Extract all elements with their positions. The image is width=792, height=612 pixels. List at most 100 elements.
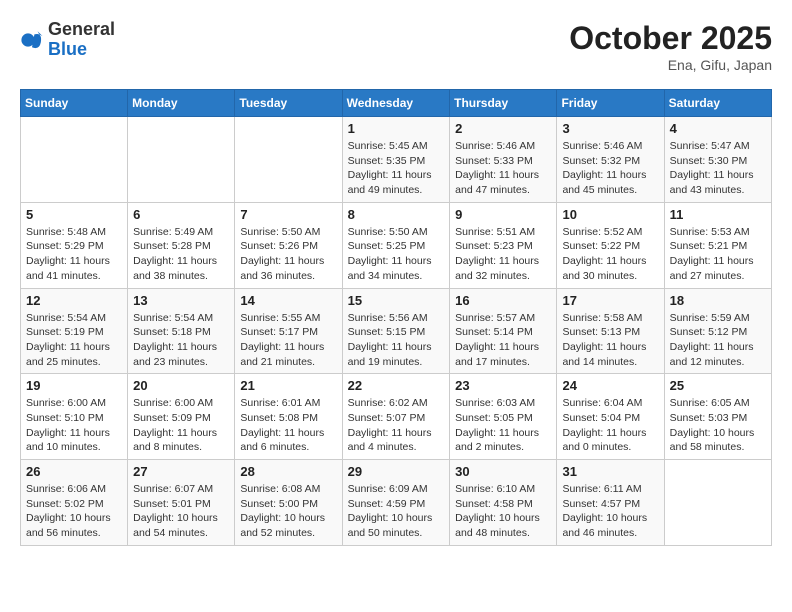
month-title: October 2025	[569, 20, 772, 57]
day-info: Sunrise: 5:54 AMSunset: 5:18 PMDaylight:…	[133, 311, 229, 370]
day-info: Sunrise: 6:10 AMSunset: 4:58 PMDaylight:…	[455, 482, 551, 541]
day-info: Sunrise: 6:11 AMSunset: 4:57 PMDaylight:…	[562, 482, 658, 541]
day-number: 20	[133, 378, 229, 393]
calendar-cell: 2Sunrise: 5:46 AMSunset: 5:33 PMDaylight…	[450, 117, 557, 203]
calendar-cell: 9Sunrise: 5:51 AMSunset: 5:23 PMDaylight…	[450, 202, 557, 288]
page-header: General Blue October 2025 Ena, Gifu, Jap…	[20, 20, 772, 73]
logo-general: General	[48, 20, 115, 40]
day-number: 6	[133, 207, 229, 222]
day-info: Sunrise: 6:04 AMSunset: 5:04 PMDaylight:…	[562, 396, 658, 455]
day-number: 5	[26, 207, 122, 222]
calendar-cell: 31 Sunrise: 6:11 AMSunset: 4:57 PMDayligh…	[557, 460, 664, 546]
day-number: 25	[670, 378, 766, 393]
calendar-table: SundayMondayTuesdayWednesdayThursdayFrid…	[20, 89, 772, 546]
day-info: Sunrise: 6:03 AMSunset: 5:05 PMDaylight:…	[455, 396, 551, 455]
day-number: 21	[240, 378, 336, 393]
day-info: Sunrise: 5:51 AMSunset: 5:23 PMDaylight:…	[455, 225, 551, 284]
day-info: Sunrise: 5:50 AMSunset: 5:26 PMDaylight:…	[240, 225, 336, 284]
location: Ena, Gifu, Japan	[569, 57, 772, 73]
day-info: Sunrise: 5:47 AMSunset: 5:30 PMDaylight:…	[670, 139, 766, 198]
day-number: 18	[670, 293, 766, 308]
day-number: 10	[562, 207, 658, 222]
day-number: 17	[562, 293, 658, 308]
calendar-cell: 6 Sunrise: 5:49 AMSunset: 5:28 PMDaylight…	[128, 202, 235, 288]
day-number: 3	[562, 121, 658, 136]
day-number: 23	[455, 378, 551, 393]
day-number: 22	[348, 378, 445, 393]
calendar-cell: 15 Sunrise: 5:56 AMSunset: 5:15 PMDayligh…	[342, 288, 450, 374]
logo-text: General Blue	[48, 20, 115, 60]
day-info: Sunrise: 6:06 AMSunset: 5:02 PMDaylight:…	[26, 482, 122, 541]
calendar-cell: 22 Sunrise: 6:02 AMSunset: 5:07 PMDayligh…	[342, 374, 450, 460]
weekday-header: Monday	[128, 90, 235, 117]
day-info: Sunrise: 5:48 AMSunset: 5:29 PMDaylight:…	[26, 225, 122, 284]
day-info: Sunrise: 5:49 AMSunset: 5:28 PMDaylight:…	[133, 225, 229, 284]
calendar-week-row: 1 Sunrise: 5:45 AMSunset: 5:35 PMDaylight…	[21, 117, 772, 203]
day-info: Sunrise: 5:45 AMSunset: 5:35 PMDaylight:…	[348, 139, 445, 198]
weekday-header: Tuesday	[235, 90, 342, 117]
day-number: 16	[455, 293, 551, 308]
calendar-cell: 18Sunrise: 5:59 AMSunset: 5:12 PMDayligh…	[664, 288, 771, 374]
day-number: 4	[670, 121, 766, 136]
calendar-cell: 29 Sunrise: 6:09 AMSunset: 4:59 PMDayligh…	[342, 460, 450, 546]
day-number: 7	[240, 207, 336, 222]
day-info: Sunrise: 5:55 AMSunset: 5:17 PMDaylight:…	[240, 311, 336, 370]
day-info: Sunrise: 5:53 AMSunset: 5:21 PMDaylight:…	[670, 225, 766, 284]
day-info: Sunrise: 5:57 AMSunset: 5:14 PMDaylight:…	[455, 311, 551, 370]
calendar-cell: 4 Sunrise: 5:47 AMSunset: 5:30 PMDaylight…	[664, 117, 771, 203]
calendar-cell: 10 Sunrise: 5:52 AMSunset: 5:22 PMDayligh…	[557, 202, 664, 288]
calendar-cell: 21Sunrise: 6:01 AMSunset: 5:08 PMDayligh…	[235, 374, 342, 460]
day-info: Sunrise: 6:00 AMSunset: 5:09 PMDaylight:…	[133, 396, 229, 455]
weekday-header: Sunday	[21, 90, 128, 117]
day-info: Sunrise: 6:02 AMSunset: 5:07 PMDaylight:…	[348, 396, 445, 455]
day-number: 29	[348, 464, 445, 479]
calendar-cell: 17Sunrise: 5:58 AMSunset: 5:13 PMDayligh…	[557, 288, 664, 374]
day-info: Sunrise: 6:00 AMSunset: 5:10 PMDaylight:…	[26, 396, 122, 455]
weekday-header-row: SundayMondayTuesdayWednesdayThursdayFrid…	[21, 90, 772, 117]
day-number: 19	[26, 378, 122, 393]
logo-icon	[20, 28, 44, 52]
day-info: Sunrise: 5:50 AMSunset: 5:25 PMDaylight:…	[348, 225, 445, 284]
calendar-week-row: 12Sunrise: 5:54 AMSunset: 5:19 PMDayligh…	[21, 288, 772, 374]
calendar-cell	[21, 117, 128, 203]
day-info: Sunrise: 5:56 AMSunset: 5:15 PMDaylight:…	[348, 311, 445, 370]
day-number: 1	[348, 121, 445, 136]
calendar-cell	[128, 117, 235, 203]
calendar-cell: 19 Sunrise: 6:00 AMSunset: 5:10 PMDayligh…	[21, 374, 128, 460]
calendar-week-row: 19 Sunrise: 6:00 AMSunset: 5:10 PMDayligh…	[21, 374, 772, 460]
day-number: 30	[455, 464, 551, 479]
calendar-cell: 8 Sunrise: 5:50 AMSunset: 5:25 PMDaylight…	[342, 202, 450, 288]
calendar-cell: 16 Sunrise: 5:57 AMSunset: 5:14 PMDayligh…	[450, 288, 557, 374]
day-number: 13	[133, 293, 229, 308]
weekday-header: Friday	[557, 90, 664, 117]
day-number: 31	[562, 464, 658, 479]
calendar-cell: 30 Sunrise: 6:10 AMSunset: 4:58 PMDayligh…	[450, 460, 557, 546]
day-info: Sunrise: 5:52 AMSunset: 5:22 PMDaylight:…	[562, 225, 658, 284]
day-number: 24	[562, 378, 658, 393]
calendar-cell: 27Sunrise: 6:07 AMSunset: 5:01 PMDayligh…	[128, 460, 235, 546]
day-number: 8	[348, 207, 445, 222]
calendar-week-row: 26Sunrise: 6:06 AMSunset: 5:02 PMDayligh…	[21, 460, 772, 546]
day-number: 14	[240, 293, 336, 308]
weekday-header: Wednesday	[342, 90, 450, 117]
calendar-cell: 24 Sunrise: 6:04 AMSunset: 5:04 PMDayligh…	[557, 374, 664, 460]
weekday-header: Saturday	[664, 90, 771, 117]
day-info: Sunrise: 5:46 AMSunset: 5:33 PMDaylight:…	[455, 139, 551, 198]
day-info: Sunrise: 6:09 AMSunset: 4:59 PMDaylight:…	[348, 482, 445, 541]
calendar-cell	[664, 460, 771, 546]
calendar-cell: 20 Sunrise: 6:00 AMSunset: 5:09 PMDayligh…	[128, 374, 235, 460]
day-info: Sunrise: 5:54 AMSunset: 5:19 PMDaylight:…	[26, 311, 122, 370]
day-number: 11	[670, 207, 766, 222]
day-info: Sunrise: 5:46 AMSunset: 5:32 PMDaylight:…	[562, 139, 658, 198]
day-info: Sunrise: 6:05 AMSunset: 5:03 PMDaylight:…	[670, 396, 766, 455]
calendar-cell: 14 Sunrise: 5:55 AMSunset: 5:17 PMDayligh…	[235, 288, 342, 374]
day-number: 15	[348, 293, 445, 308]
day-number: 27	[133, 464, 229, 479]
calendar-cell: 11 Sunrise: 5:53 AMSunset: 5:21 PMDayligh…	[664, 202, 771, 288]
calendar-cell: 7 Sunrise: 5:50 AMSunset: 5:26 PMDaylight…	[235, 202, 342, 288]
calendar-cell: 13 Sunrise: 5:54 AMSunset: 5:18 PMDayligh…	[128, 288, 235, 374]
calendar-cell: 5 Sunrise: 5:48 AMSunset: 5:29 PMDaylight…	[21, 202, 128, 288]
calendar-cell: 12Sunrise: 5:54 AMSunset: 5:19 PMDayligh…	[21, 288, 128, 374]
title-block: October 2025 Ena, Gifu, Japan	[569, 20, 772, 73]
logo: General Blue	[20, 20, 115, 60]
